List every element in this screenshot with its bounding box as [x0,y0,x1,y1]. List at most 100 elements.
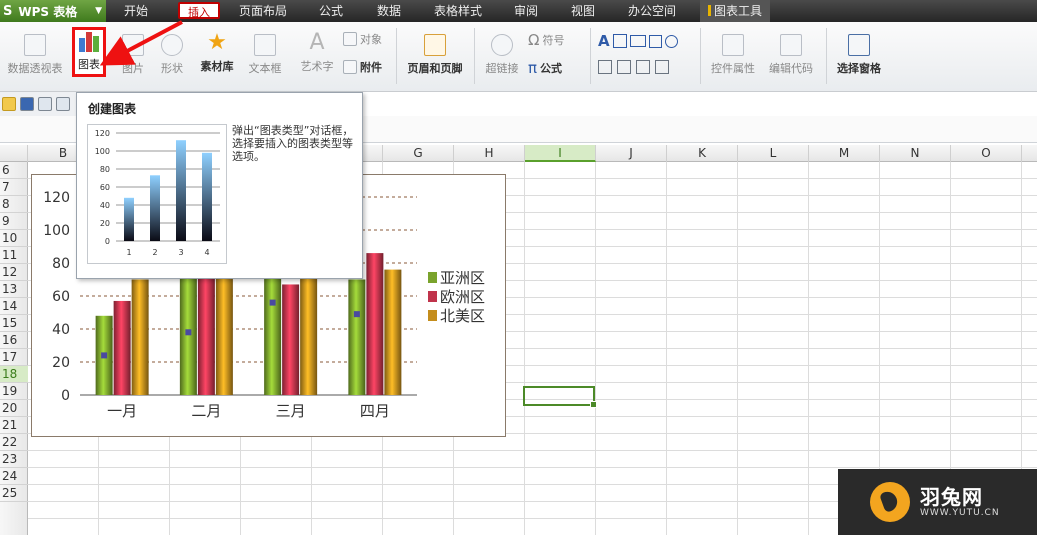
tab-view[interactable]: 视图 [571,0,595,22]
save-icon[interactable] [20,97,34,111]
bar-3-1 [131,279,149,395]
watermark: 羽兔网 WWW.YUTU.CN [838,469,1037,535]
tab-insert[interactable]: 插入 [178,2,220,19]
symbol-label: 符号 [542,34,565,47]
x-tick-label: 二月 [191,402,221,420]
row-header-20[interactable]: 20 [0,400,28,417]
checkbox-control-icon[interactable] [648,34,662,48]
row-header-16[interactable]: 16 [0,332,28,349]
preview-x-tick: 2 [152,248,157,257]
column-header-h[interactable]: H [454,145,525,162]
tab-page-layout[interactable]: 页面布局 [239,0,287,22]
formula-label: 公式 [540,62,563,75]
bar-1-4 [348,279,366,395]
print-icon[interactable] [38,97,52,111]
tab-chart-tools[interactable]: 图表工具 [700,0,771,22]
header-footer-icon [424,34,446,56]
row-header-25[interactable]: 25 [0,485,28,502]
hyperlink-label: 超链接 [485,62,519,75]
preview-x-tick: 4 [204,248,209,257]
pivot-table-button[interactable]: 数据透视表 [4,34,66,76]
attachment-button[interactable]: 附件 [343,59,382,75]
row-header-18[interactable]: 18 [0,366,28,383]
column-header-k[interactable]: K [667,145,738,162]
ribbon-divider [590,28,591,84]
header-footer-button[interactable]: 页眉和页脚 [402,34,468,76]
row-header-6[interactable]: 6 [0,162,28,179]
preview-y-tick: 20 [100,219,110,228]
y-tick-label: 40 [52,322,70,338]
tab-office-space[interactable]: 办公空间 [628,0,676,22]
row-header-9[interactable]: 9 [0,213,28,230]
formula-button[interactable]: π 公式 [528,59,562,77]
hyperlink-button[interactable]: 超链接 [482,34,522,76]
control-properties-button[interactable]: 控件属性 [706,34,760,76]
row-header-21[interactable]: 21 [0,417,28,434]
wordart-button[interactable]: A 艺术字 [296,31,338,74]
preview-bar-3 [176,140,186,241]
column-header-j[interactable]: J [596,145,667,162]
symbol-button[interactable]: Ω 符号 [528,31,564,49]
open-icon[interactable] [2,97,16,111]
marker-point [185,329,192,336]
row-header-11[interactable]: 11 [0,247,28,264]
assets-button[interactable]: ★ 素材库 [196,31,238,74]
tab-chart-tools-label: 图表工具 [714,4,763,18]
selection-pane-button[interactable]: 选择窗格 [832,34,886,76]
preview-icon[interactable] [56,97,70,111]
tab-data[interactable]: 数据 [377,0,401,22]
preview-y-tick: 40 [100,201,110,210]
wordart-label: 艺术字 [300,60,334,73]
row-header-17[interactable]: 17 [0,349,28,366]
preview-bar-2 [150,175,160,241]
row-header-22[interactable]: 22 [0,434,28,451]
dropdown-arrow-icon: ▼ [95,6,102,16]
combobox-control-icon[interactable] [617,60,631,74]
textbox-button[interactable]: 文本框 [242,34,288,76]
app-menu-button[interactable]: S WPS 表格 ▼ [0,0,106,22]
y-tick-label: 120 [43,190,70,206]
attachment-label: 附件 [360,61,382,74]
object-label: 对象 [360,33,382,46]
column-header-l[interactable]: L [738,145,809,162]
frame-control-icon[interactable] [629,35,646,47]
y-tick-label: 20 [52,355,70,371]
column-header-o[interactable]: O [951,145,1022,162]
active-cell[interactable] [523,386,597,408]
listbox-control-icon[interactable] [598,60,612,74]
preview-y-tick: 100 [95,147,110,156]
tooltip-description: 弹出“图表类型”对话框，选择要插入的图表类型等选项。 [232,124,354,163]
column-header-g[interactable]: G [383,145,454,162]
row-header-8[interactable]: 8 [0,196,28,213]
row-header-19[interactable]: 19 [0,383,28,400]
spinner-control-icon[interactable] [655,60,669,74]
object-button[interactable]: 对象 [343,31,382,47]
bar-3-3 [300,263,318,395]
row-header-15[interactable]: 15 [0,315,28,332]
x-tick-label: 四月 [360,402,390,420]
column-header-i[interactable]: I [525,145,596,162]
radio-control-icon[interactable] [664,34,678,48]
form-controls-row1: A [598,32,678,50]
bar-2-1 [113,300,131,395]
row-header-7[interactable]: 7 [0,179,28,196]
textbox-control-icon[interactable] [612,34,627,48]
edit-code-button[interactable]: 编辑代码 [764,34,818,76]
row-header-23[interactable]: 23 [0,451,28,468]
column-header-m[interactable]: M [809,145,880,162]
row-header-13[interactable]: 13 [0,281,28,298]
scrollbar-control-icon[interactable] [636,60,650,74]
select-all-corner[interactable] [0,145,28,162]
app-title: WPS 表格 [18,4,78,19]
yutu-logo-icon [870,482,910,522]
row-header-24[interactable]: 24 [0,468,28,485]
tab-table-style[interactable]: 表格样式 [434,0,482,22]
column-header-n[interactable]: N [880,145,951,162]
tab-review[interactable]: 审阅 [514,0,538,22]
bar-2-3 [282,284,300,395]
row-header-12[interactable]: 12 [0,264,28,281]
tab-formulas[interactable]: 公式 [319,0,343,22]
label-control-icon[interactable]: A [598,32,610,50]
row-header-14[interactable]: 14 [0,298,28,315]
row-header-10[interactable]: 10 [0,230,28,247]
